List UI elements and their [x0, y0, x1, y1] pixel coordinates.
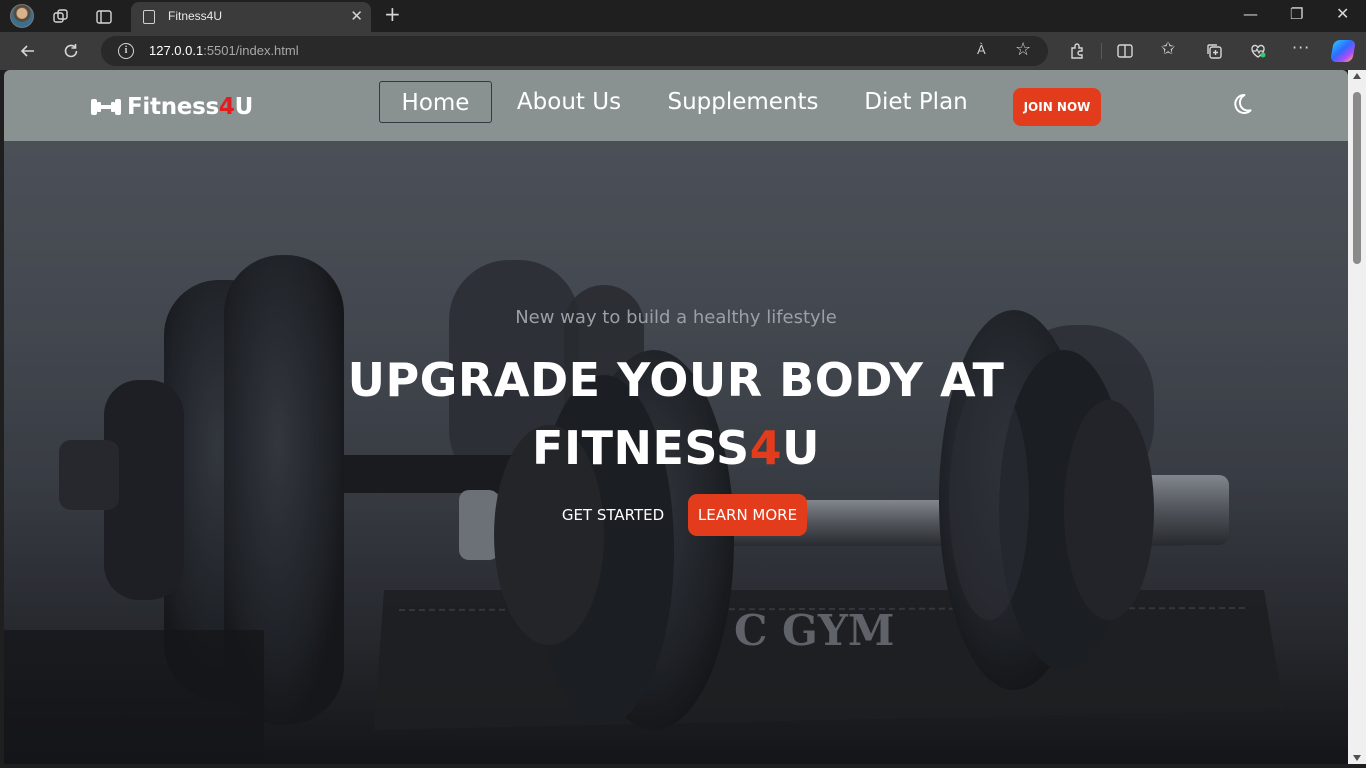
settings-more-icon[interactable]: ··· [1292, 40, 1310, 56]
scroll-down-arrow-icon[interactable] [1353, 755, 1361, 761]
new-tab-icon[interactable]: + [384, 4, 401, 24]
nav-link-home[interactable]: Home [379, 81, 492, 123]
hero-section: C GYM New way to build a healthy lifesty… [4, 70, 1348, 764]
collections-icon[interactable] [1205, 42, 1223, 63]
tab-title: Fitness4U [168, 9, 223, 23]
headline-brand-accent: 4 [749, 421, 783, 475]
back-arrow-icon[interactable] [19, 42, 37, 63]
join-now-button[interactable]: JOIN NOW [1013, 88, 1101, 126]
nav-link-diet-plan[interactable]: Diet Plan [862, 81, 970, 123]
copilot-icon[interactable] [1330, 40, 1356, 62]
moon-icon[interactable] [1230, 92, 1254, 116]
page-viewport: C GYM New way to build a healthy lifesty… [4, 70, 1348, 764]
headline-brand-main: FITNESS [532, 421, 750, 475]
favorites-icon[interactable]: ✩ [1161, 41, 1175, 58]
nav-link-about-us[interactable]: About Us [512, 81, 626, 123]
address-bar[interactable]: i 127.0.0.1:5501/index.html À ☆ [101, 36, 1048, 66]
nav-link-supplements[interactable]: Supplements [664, 81, 822, 123]
page-icon [143, 10, 155, 24]
hero-headline: UPGRADE YOUR BODY AT FITNESS4U [4, 346, 1348, 482]
split-screen-icon[interactable] [1116, 42, 1134, 63]
hero-tagline: New way to build a healthy lifestyle [515, 307, 837, 328]
url-text[interactable]: 127.0.0.1:5501/index.html [149, 43, 299, 58]
minimize-icon[interactable]: — [1243, 6, 1258, 22]
dumbbell-icon [90, 96, 122, 118]
logo-text: Fitness4U [127, 94, 253, 120]
close-tab-icon[interactable]: ✕ [350, 7, 363, 25]
site-logo[interactable]: Fitness4U [90, 92, 253, 122]
active-tab[interactable]: Fitness4U ✕ [131, 2, 371, 32]
extensions-icon[interactable] [1068, 42, 1086, 63]
tab-actions-icon[interactable] [95, 8, 113, 29]
scroll-up-arrow-icon[interactable] [1353, 73, 1361, 79]
headline-line-1: UPGRADE YOUR BODY AT [347, 353, 1005, 407]
browser-toolbar: i 127.0.0.1:5501/index.html À ☆ ✩ ··· [0, 32, 1366, 70]
site-info-icon[interactable]: i [118, 43, 134, 59]
close-window-icon[interactable]: ✕ [1336, 6, 1349, 22]
maximize-icon[interactable]: ❐ [1290, 6, 1303, 22]
site-navbar: Fitness4U Home About Us Supplements Diet… [4, 70, 1348, 141]
favorite-star-icon[interactable]: ☆ [1015, 39, 1031, 60]
profile-avatar[interactable] [10, 4, 34, 28]
reload-icon[interactable] [62, 42, 80, 63]
learn-more-button[interactable]: LEARN MORE [688, 494, 807, 536]
scrollbar-thumb[interactable] [1353, 92, 1361, 264]
read-aloud-icon[interactable]: À [977, 42, 986, 57]
workspaces-icon[interactable] [52, 8, 70, 29]
browser-tab-bar: Fitness4U ✕ + — ❐ ✕ [0, 0, 1366, 32]
get-started-button[interactable]: GET STARTED [557, 497, 669, 533]
toolbar-divider [1101, 43, 1102, 59]
headline-brand-end: U [782, 421, 820, 475]
page-scrollbar[interactable] [1348, 70, 1366, 764]
browser-essentials-icon[interactable] [1249, 42, 1267, 63]
